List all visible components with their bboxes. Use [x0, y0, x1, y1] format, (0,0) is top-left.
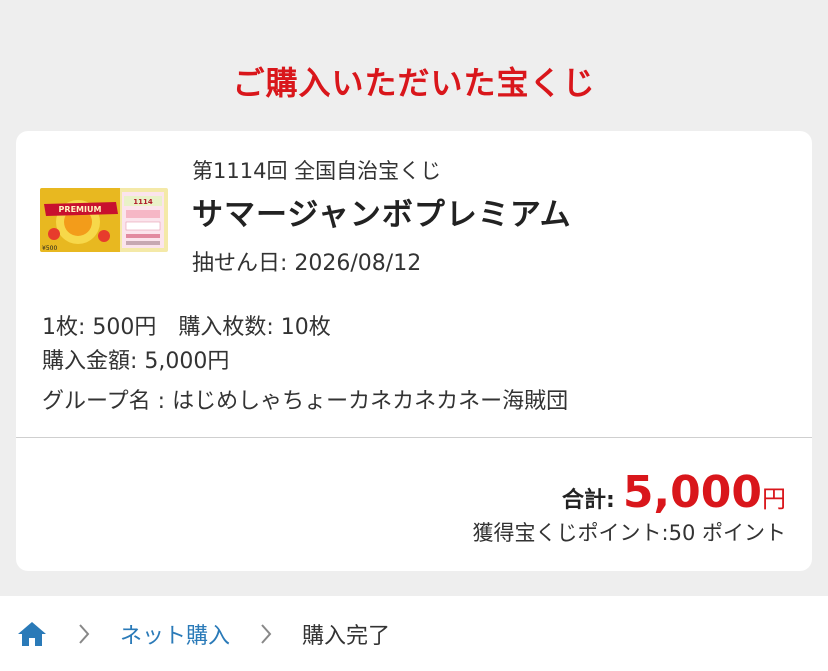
draw-date: 抽せん日: 2026/08/12 [192, 251, 422, 276]
lottery-ticket-image: PREMIUM 1114 ¥500 [40, 188, 168, 252]
ticket-round-number: 1114 [133, 198, 153, 206]
group-name: グループ名 : はじめしゃちょーカネカネカネー海賊団 [42, 389, 569, 414]
purchase-quantity: 購入枚数: 10枚 [178, 315, 331, 340]
ticket-price-text: ¥500 [42, 245, 57, 252]
purchase-amount: 購入金額: 5,000円 [42, 349, 230, 374]
lottery-round: 第1114回 全国自治宝くじ [192, 159, 442, 183]
purchase-card: PREMIUM 1114 ¥500 第1114回 全国自治宝くじ サマージャンボ… [16, 131, 812, 571]
breadcrumb-net-purchase[interactable]: ネット購入 [120, 618, 230, 650]
total-value: 5,000 [622, 467, 762, 518]
total-row: 合計: 5,000円 [562, 467, 786, 518]
lottery-name: サマージャンボプレミアム [192, 197, 572, 233]
unit-price: 1枚: 500円 [42, 315, 157, 340]
page-title: ご購入いただいた宝くじ [232, 64, 596, 102]
divider [16, 437, 812, 438]
breadcrumb: ネット購入 購入完了 [0, 596, 828, 671]
ticket-banner-text: PREMIUM [59, 205, 102, 214]
total-unit: 円 [762, 485, 786, 513]
breadcrumb-current: 購入完了 [302, 623, 391, 649]
total-label: 合計: [562, 488, 615, 513]
chevron-right-icon [260, 622, 276, 646]
price-quantity-line: 1枚: 500円 購入枚数: 10枚 [42, 309, 331, 341]
home-icon[interactable] [16, 619, 48, 649]
earned-points: 獲得宝くじポイント:50 ポイント [472, 521, 786, 545]
chevron-right-icon [78, 622, 94, 646]
